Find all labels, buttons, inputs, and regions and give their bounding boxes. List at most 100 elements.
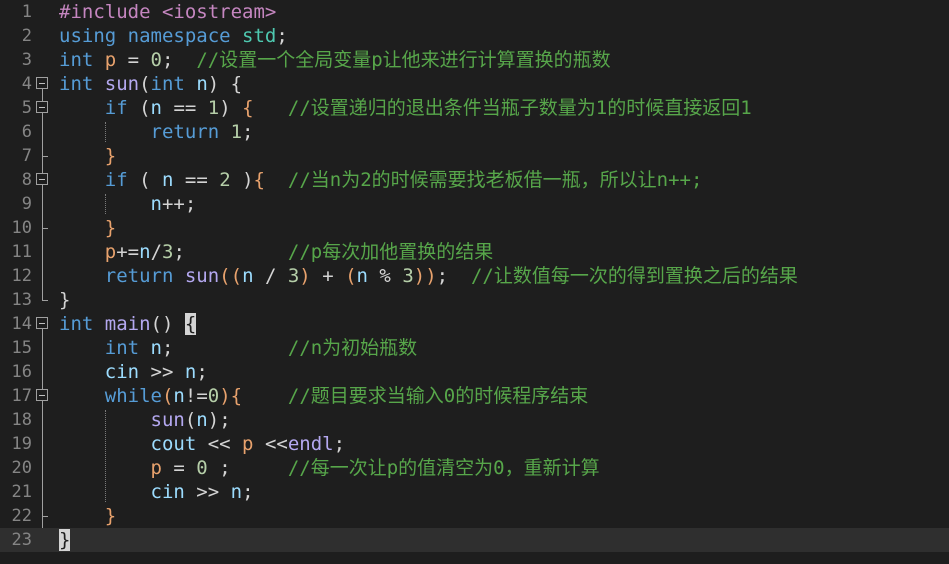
- code-token: ;: [161, 337, 174, 359]
- code-line[interactable]: 12 return sun((n / 3) + (n % 3)); //让数值每…: [0, 264, 949, 288]
- code-line[interactable]: 20 p = 0 ; //每一次让p的值清空为0，重新计算: [0, 456, 949, 480]
- line-number: 19: [11, 434, 32, 454]
- code-line[interactable]: 2 using namespace std;: [0, 24, 949, 48]
- line-number: 11: [11, 242, 32, 262]
- code-line[interactable]: 7 }: [0, 144, 949, 168]
- code-token: sun: [104, 73, 140, 95]
- code-token: ;: [436, 265, 471, 287]
- code-line[interactable]: 14 int main() {: [0, 312, 949, 336]
- code-token: ): [219, 97, 243, 119]
- code-token: #include <iostream>: [59, 1, 277, 23]
- line-number: 14: [11, 314, 32, 334]
- collapse-icon: [36, 77, 48, 89]
- code-token: 2: [219, 169, 231, 191]
- code-line[interactable]: 16 cin >> n;: [0, 360, 949, 384]
- line-number: 9: [21, 194, 32, 214]
- code-text: int main() {: [59, 312, 197, 336]
- code-editor[interactable]: 1 #include <iostream> 2 using namespace std…: [0, 0, 949, 564]
- code-comment: //每一次让p的值清空为0，重新计算: [287, 457, 600, 479]
- fold-toggle[interactable]: [36, 168, 48, 192]
- code-token: 0: [207, 385, 220, 407]
- code-text: return sun((n / 3) + (n % 3)); //让数值每一次的…: [59, 264, 798, 288]
- code-token: if: [104, 97, 128, 119]
- code-token: n: [139, 241, 151, 263]
- code-line[interactable]: 19 cout << p <<endl;: [0, 432, 949, 456]
- code-line[interactable]: 4 int sun(int n) {: [0, 72, 949, 96]
- code-token: std: [242, 25, 277, 47]
- code-text: if ( n == 2 ){ //当n为2的时候需要找老板借一瓶，所以让n++;: [59, 168, 703, 192]
- code-token: ;: [207, 457, 231, 479]
- code-token: +: [310, 265, 346, 287]
- code-comment: //当n为2的时候需要找老板借一瓶，所以让n++;: [287, 169, 703, 191]
- fold-toggle[interactable]: [36, 312, 48, 336]
- code-token: }: [59, 529, 71, 551]
- code-line[interactable]: 13}: [0, 288, 949, 312]
- code-line[interactable]: 9 n++;: [0, 192, 949, 216]
- code-token: 3: [287, 265, 300, 287]
- line-number: 23: [11, 530, 32, 550]
- code-text: }: [59, 528, 71, 552]
- line-number: 21: [11, 482, 32, 502]
- code-token: using namespace: [59, 25, 243, 47]
- collapse-icon: [36, 173, 48, 185]
- code-token: ((: [219, 265, 243, 287]
- code-line[interactable]: 8 if ( n == 2 ){ //当n为2的时候需要找老板借一瓶，所以让n+…: [0, 168, 949, 192]
- code-token: ): [299, 265, 311, 287]
- code-token: {: [184, 313, 197, 335]
- code-line[interactable]: 17 while(n!=0){ //题目要求当输入0的时候程序结束: [0, 384, 949, 408]
- code-token: int: [59, 49, 105, 71]
- line-number: 13: [11, 290, 32, 310]
- code-token: 0: [196, 457, 208, 479]
- code-line[interactable]: 1 #include <iostream>: [0, 0, 949, 24]
- line-number: 4: [21, 74, 32, 94]
- code-text: }: [59, 216, 116, 240]
- code-token: +=: [116, 241, 140, 263]
- fold-toggle[interactable]: [36, 384, 48, 408]
- code-token: (: [127, 169, 162, 191]
- code-token: {: [230, 385, 243, 407]
- code-line[interactable]: 21 cin >> n;: [0, 480, 949, 504]
- line-number: 20: [11, 458, 32, 478]
- code-line[interactable]: 22 }: [0, 504, 949, 528]
- code-text: while(n!=0){ //题目要求当输入0的时候程序结束: [59, 384, 588, 408]
- fold-toggle[interactable]: [36, 72, 48, 96]
- line-number: 10: [11, 218, 32, 238]
- code-line[interactable]: 23}: [0, 528, 949, 552]
- line-number: 1: [21, 2, 32, 22]
- code-token: int: [104, 337, 151, 359]
- code-text: p+=n/3; //p每次加他置换的结果: [59, 240, 493, 264]
- code-token: /: [150, 241, 163, 263]
- code-line[interactable]: 3 int p = 0; //设置一个全局变量p让他来进行计算置换的瓶数: [0, 48, 949, 72]
- code-token: 3: [162, 241, 174, 263]
- code-token: ==: [162, 97, 208, 119]
- code-token: ;: [333, 433, 346, 455]
- code-token: ): [230, 169, 254, 191]
- code-line[interactable]: 6 return 1;: [0, 120, 949, 144]
- code-token: ): [207, 73, 231, 95]
- code-line[interactable]: 5 if (n == 1) { //设置递归的退出条件当瓶子数量为1的时候直接返…: [0, 96, 949, 120]
- code-line[interactable]: 10 }: [0, 216, 949, 240]
- code-token: return: [150, 121, 231, 143]
- fold-toggle[interactable]: [36, 96, 48, 120]
- code-token: {: [242, 97, 254, 119]
- code-token: ): [219, 385, 231, 407]
- code-text: cout << p <<endl;: [59, 432, 346, 456]
- code-token: 0: [150, 49, 162, 71]
- code-token: n: [150, 97, 162, 119]
- collapse-icon: [36, 101, 48, 113]
- code-line[interactable]: 11 p+=n/3; //p每次加他置换的结果: [0, 240, 949, 264]
- line-number: 7: [21, 146, 32, 166]
- code-line[interactable]: 18 sun(n);: [0, 408, 949, 432]
- code-line[interactable]: 15 int n; //n为初始瓶数: [0, 336, 949, 360]
